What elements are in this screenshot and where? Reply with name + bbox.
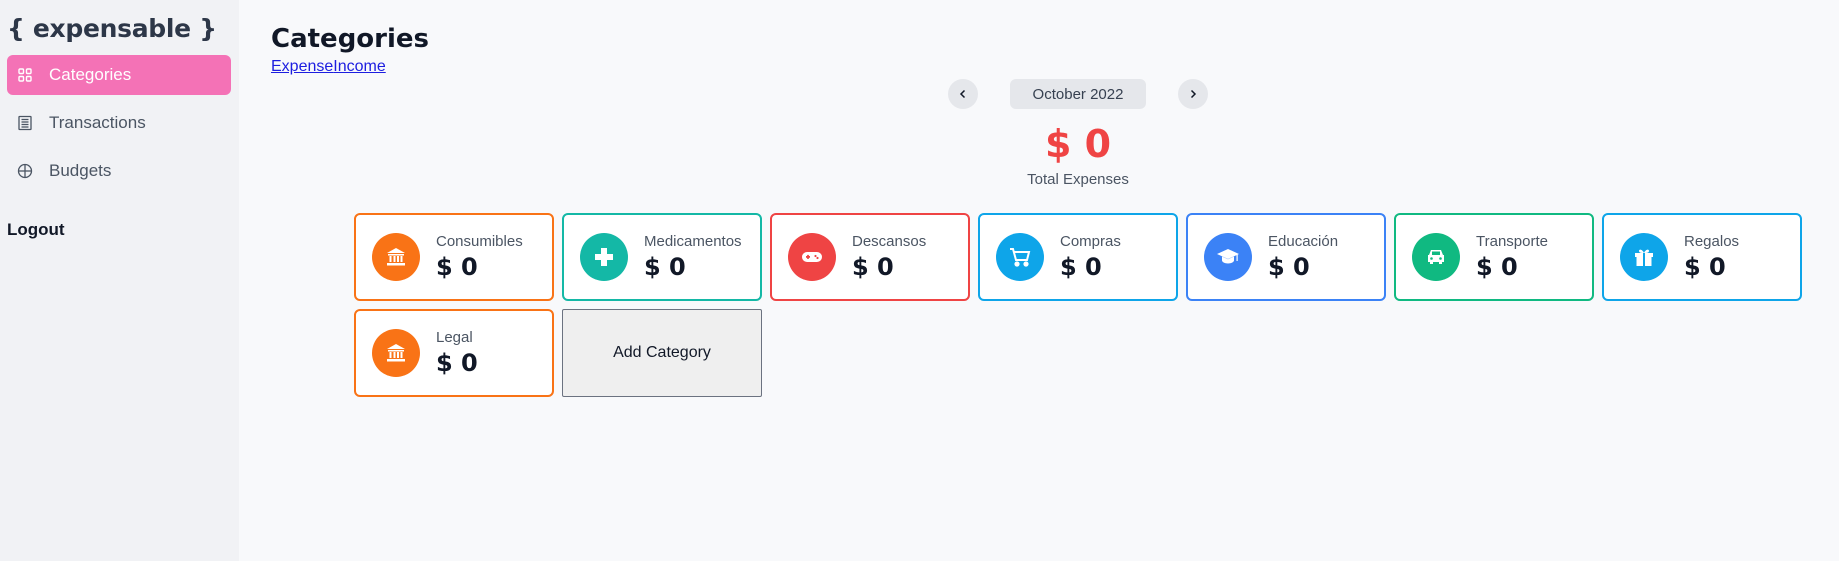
gift-icon	[1620, 233, 1668, 281]
category-amount: $ 0	[852, 253, 894, 281]
logout-link[interactable]: Logout	[7, 220, 65, 240]
category-card-descansos[interactable]: Descansos $ 0	[770, 213, 970, 301]
category-grid: Consumibles $ 0 Medicamentos $ 0 Descansos…	[354, 213, 1804, 397]
category-card-consumibles[interactable]: Consumibles $ 0	[354, 213, 554, 301]
sidebar: { expensable } Categories Transactions B…	[0, 0, 239, 561]
category-card-compras[interactable]: Compras $ 0	[978, 213, 1178, 301]
type-tabs: ExpenseIncome	[271, 58, 386, 76]
category-card-legal[interactable]: Legal $ 0	[354, 309, 554, 397]
category-name: Consumibles	[436, 233, 523, 250]
category-name: Medicamentos	[644, 233, 742, 250]
gamepad-icon	[788, 233, 836, 281]
category-amount: $ 0	[436, 253, 478, 281]
category-name: Legal	[436, 329, 473, 346]
medical-cross-icon	[580, 233, 628, 281]
bank-icon	[372, 233, 420, 281]
sidebar-item-transactions[interactable]: Transactions	[7, 103, 231, 143]
tab-expense[interactable]: Expense	[271, 58, 333, 75]
sidebar-item-label: Categories	[49, 65, 132, 84]
receipt-icon	[17, 115, 33, 131]
current-month-label: October 2022	[1010, 79, 1146, 109]
total-expenses-amount: $ 0	[1044, 122, 1112, 166]
next-month-button[interactable]	[1178, 79, 1208, 109]
sidebar-item-label: Transactions	[49, 113, 146, 132]
category-name: Transporte	[1476, 233, 1548, 250]
category-name: Educación	[1268, 233, 1339, 250]
sidebar-item-budgets[interactable]: Budgets	[7, 151, 231, 191]
category-amount: $ 0	[1268, 253, 1310, 281]
category-name: Regalos	[1684, 233, 1740, 250]
bank-icon	[372, 329, 420, 377]
total-expenses-label: Total Expenses	[1027, 171, 1129, 188]
chevron-left-icon	[959, 89, 966, 99]
category-card-transporte[interactable]: Transporte $ 0	[1394, 213, 1594, 301]
shopping-cart-icon	[996, 233, 1044, 281]
category-card-regalos[interactable]: Regalos $ 0	[1602, 213, 1802, 301]
category-amount: $ 0	[1060, 253, 1102, 281]
category-amount: $ 0	[1476, 253, 1518, 281]
graduation-cap-icon	[1204, 233, 1252, 281]
category-amount: $ 0	[644, 253, 686, 281]
previous-month-button[interactable]	[948, 79, 978, 109]
category-card-medicamentos[interactable]: Medicamentos $ 0	[562, 213, 762, 301]
chevron-right-icon	[1190, 89, 1197, 99]
grid-icon	[17, 67, 33, 83]
category-amount: $ 0	[1684, 253, 1726, 281]
car-icon	[1412, 233, 1460, 281]
sidebar-item-categories[interactable]: Categories	[7, 55, 231, 95]
category-amount: $ 0	[436, 349, 478, 377]
category-card-educacion[interactable]: Educación $ 0	[1186, 213, 1386, 301]
page-title: Categories	[271, 24, 430, 54]
target-icon	[17, 163, 33, 179]
add-category-button[interactable]: Add Category	[562, 309, 762, 397]
month-navigator: October 2022	[948, 79, 1208, 109]
app-logo: { expensable }	[7, 14, 217, 43]
category-name: Descansos	[852, 233, 927, 250]
category-name: Compras	[1060, 233, 1121, 250]
sidebar-item-label: Budgets	[49, 161, 112, 180]
tab-income[interactable]: Income	[333, 58, 385, 75]
